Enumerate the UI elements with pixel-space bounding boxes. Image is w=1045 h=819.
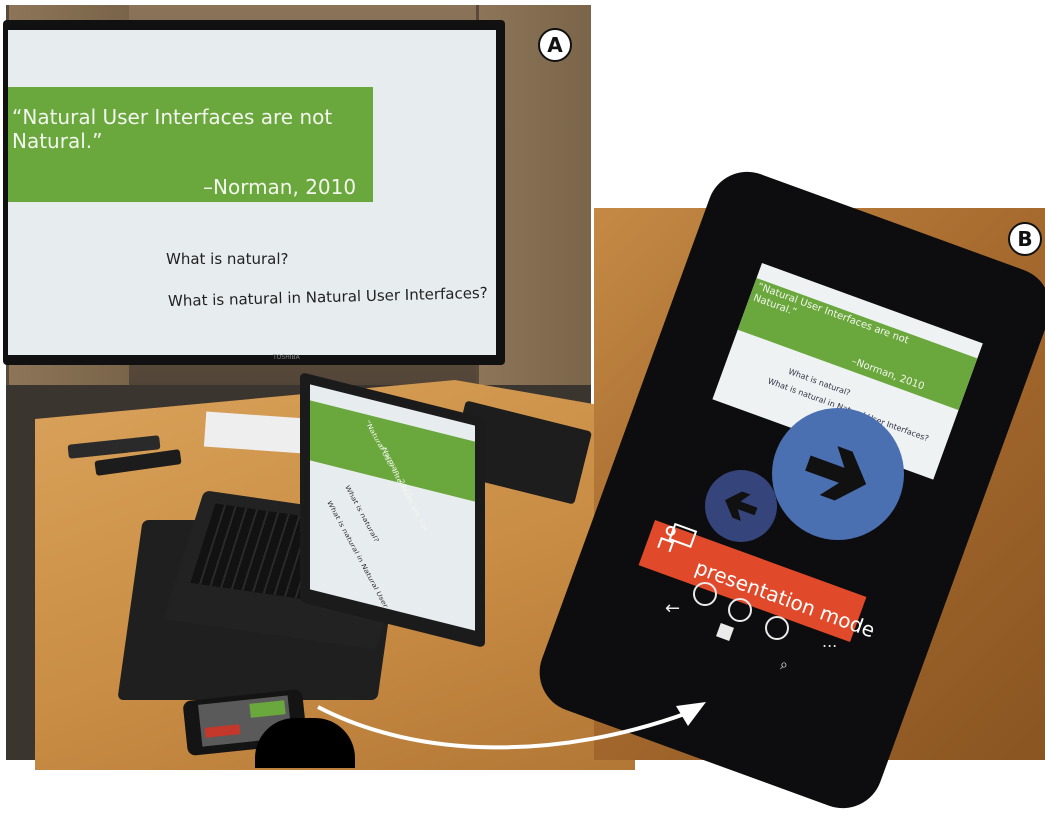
connector-arrow-icon	[317, 702, 706, 750]
